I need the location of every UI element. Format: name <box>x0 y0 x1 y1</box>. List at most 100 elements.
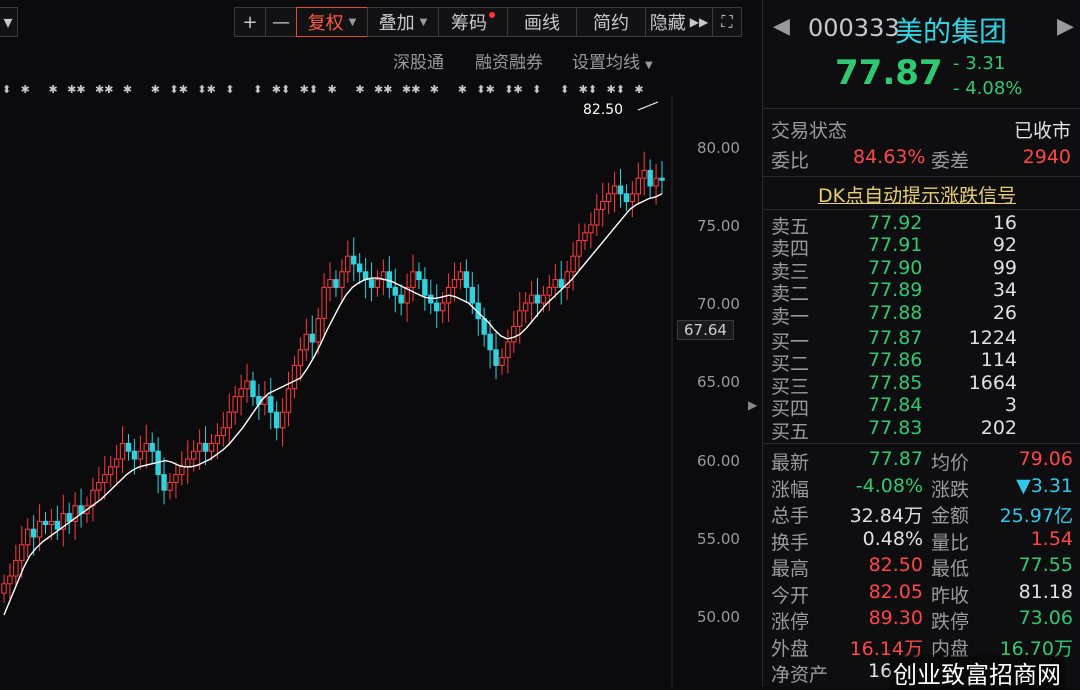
candlestick-chart[interactable]: ⬍ ✱ ✱ ✱ ✱ ✱ ✱ ✱ ✱ ⬍ ✱ ⬍ ✱ ⬍ ⬍ ✱ ⬍ ✱ ⬍ ✱ ✱ ✱ ✱ ✱ ✱ ✱ ✱ ⬍ ✱ ⬍ ✱ ⬍ ⬍ ✱ ⬍ ✱ ⬍ ✱82… <box>0 0 760 687</box>
prev-stock-icon[interactable]: ◀ <box>773 14 790 39</box>
stat-label: 均价 <box>931 452 970 474</box>
event-marker[interactable]: ⬍ <box>588 83 597 96</box>
price-tick-label: 80.00 <box>697 139 740 157</box>
event-marker[interactable]: ✱ <box>486 83 495 96</box>
event-marker[interactable]: ✱ <box>151 83 160 96</box>
candle-body <box>469 286 476 304</box>
stat-value: 77.87 <box>868 448 923 470</box>
stat-label: 最低 <box>931 558 970 580</box>
candle-body <box>345 255 351 273</box>
event-marker[interactable]: ✱ <box>49 83 58 96</box>
event-marker[interactable]: ⬍ <box>532 83 541 96</box>
candle-body <box>576 240 582 257</box>
candle-body <box>594 208 600 226</box>
event-marker[interactable]: ⬍ <box>225 83 234 96</box>
candle-body <box>493 349 499 366</box>
event-marker[interactable]: ✱ <box>634 83 643 96</box>
event-marker[interactable]: ✱ <box>579 83 588 96</box>
candle-body <box>214 435 221 444</box>
candle-body <box>333 279 339 288</box>
candle-body <box>149 442 155 452</box>
event-marker[interactable]: ⬍ <box>169 83 178 96</box>
event-marker[interactable]: ✱ <box>374 83 383 96</box>
stats-row: 最新 77.87 均价 79.06 <box>763 448 1080 474</box>
candle-body <box>487 333 493 351</box>
event-marker[interactable]: ✱ <box>430 83 439 96</box>
candle-body <box>611 185 618 195</box>
event-marker[interactable]: ⬍ <box>504 83 513 96</box>
candle-body <box>1 583 7 594</box>
weicha-value: 2940 <box>1022 146 1071 168</box>
event-marker[interactable]: ⬍ <box>616 83 625 96</box>
event-marker[interactable]: ✱ <box>607 83 616 96</box>
candle-body <box>511 325 517 343</box>
event-marker[interactable]: ✱ <box>300 83 309 96</box>
event-marker[interactable]: ✱ <box>123 83 132 96</box>
collapse-arrow-icon[interactable]: ▶ <box>748 398 757 412</box>
event-marker[interactable]: ✱ <box>514 83 523 96</box>
level-price: 77.84 <box>868 394 923 417</box>
candle-body <box>659 177 665 181</box>
candle-body <box>534 294 541 304</box>
event-marker[interactable]: ✱ <box>355 83 364 96</box>
level-price: 77.85 <box>868 371 923 394</box>
event-marker[interactable]: ✱ <box>272 83 281 96</box>
dk-signal-link[interactable]: DK点自动提示涨跌信号 <box>818 181 1016 208</box>
candle-body <box>66 513 72 522</box>
event-marker[interactable]: ⬍ <box>560 83 569 96</box>
level-price: 77.92 <box>868 212 923 234</box>
candle-body <box>629 193 636 203</box>
event-marker[interactable]: ✱ <box>76 83 85 96</box>
event-marker[interactable]: ✱ <box>458 83 467 96</box>
event-marker[interactable]: ✱ <box>207 83 216 96</box>
candle-body <box>351 255 357 265</box>
event-marker[interactable]: ⬍ <box>2 83 11 96</box>
candle-body <box>481 318 487 335</box>
event-marker[interactable]: ✱ <box>179 83 188 96</box>
kline-chart-area[interactable]: ▾ + — 复权 ▼ 叠加 ▼ 筹码 画线 简约 隐藏 ▶▶ ⛶ 深股通 融资融券 设… <box>0 0 760 687</box>
event-marker[interactable]: ⬍ <box>281 83 290 96</box>
candle-body <box>647 169 653 187</box>
event-marker[interactable]: ✱ <box>402 83 411 96</box>
candle-body <box>623 193 630 203</box>
candle-body <box>303 333 310 351</box>
event-marker[interactable]: ✱ <box>383 83 392 96</box>
event-marker[interactable]: ⬍ <box>476 83 485 96</box>
next-stock-icon[interactable]: ▶ <box>1057 14 1074 39</box>
event-marker[interactable]: ✱ <box>328 83 337 96</box>
event-marker[interactable]: ⬍ <box>197 83 206 96</box>
candle-body <box>339 271 345 288</box>
candle-body <box>600 201 606 210</box>
candle-body <box>499 357 505 366</box>
candle-body <box>30 528 37 538</box>
event-marker[interactable]: ✱ <box>67 83 76 96</box>
candle-body <box>202 442 209 452</box>
event-marker[interactable]: ✱ <box>95 83 104 96</box>
event-marker[interactable]: ✱ <box>411 83 420 96</box>
candle-body <box>131 450 138 460</box>
candle-body <box>179 466 185 476</box>
candle-body <box>635 177 641 195</box>
candle-body <box>641 169 647 179</box>
stock-name: 美的集团 <box>895 15 1008 48</box>
level-volume: 3 <box>1004 394 1017 417</box>
event-marker[interactable]: ✱ <box>104 83 113 96</box>
candle-body <box>617 185 624 195</box>
candle-body <box>291 364 298 390</box>
stats-row: 最高 82.50 最低 77.55 <box>763 554 1080 580</box>
candle-body <box>190 450 197 460</box>
event-marker[interactable]: ⬍ <box>309 83 318 96</box>
stat-label: 换手 <box>771 531 810 554</box>
candle-body <box>605 193 612 203</box>
pct-change: - 4.08% <box>953 78 1023 99</box>
candle-body <box>102 474 108 483</box>
event-marker[interactable]: ✱ <box>21 83 30 96</box>
price-tick-label: 55.00 <box>697 530 740 548</box>
level-price: 77.88 <box>868 301 923 324</box>
sell-level-row: 卖一 77.88 26 <box>763 302 1080 328</box>
candle-body <box>570 255 576 273</box>
candle-body <box>327 279 333 288</box>
candle-body <box>268 396 274 413</box>
event-marker[interactable]: ⬍ <box>253 83 262 96</box>
candle-body <box>374 279 381 288</box>
